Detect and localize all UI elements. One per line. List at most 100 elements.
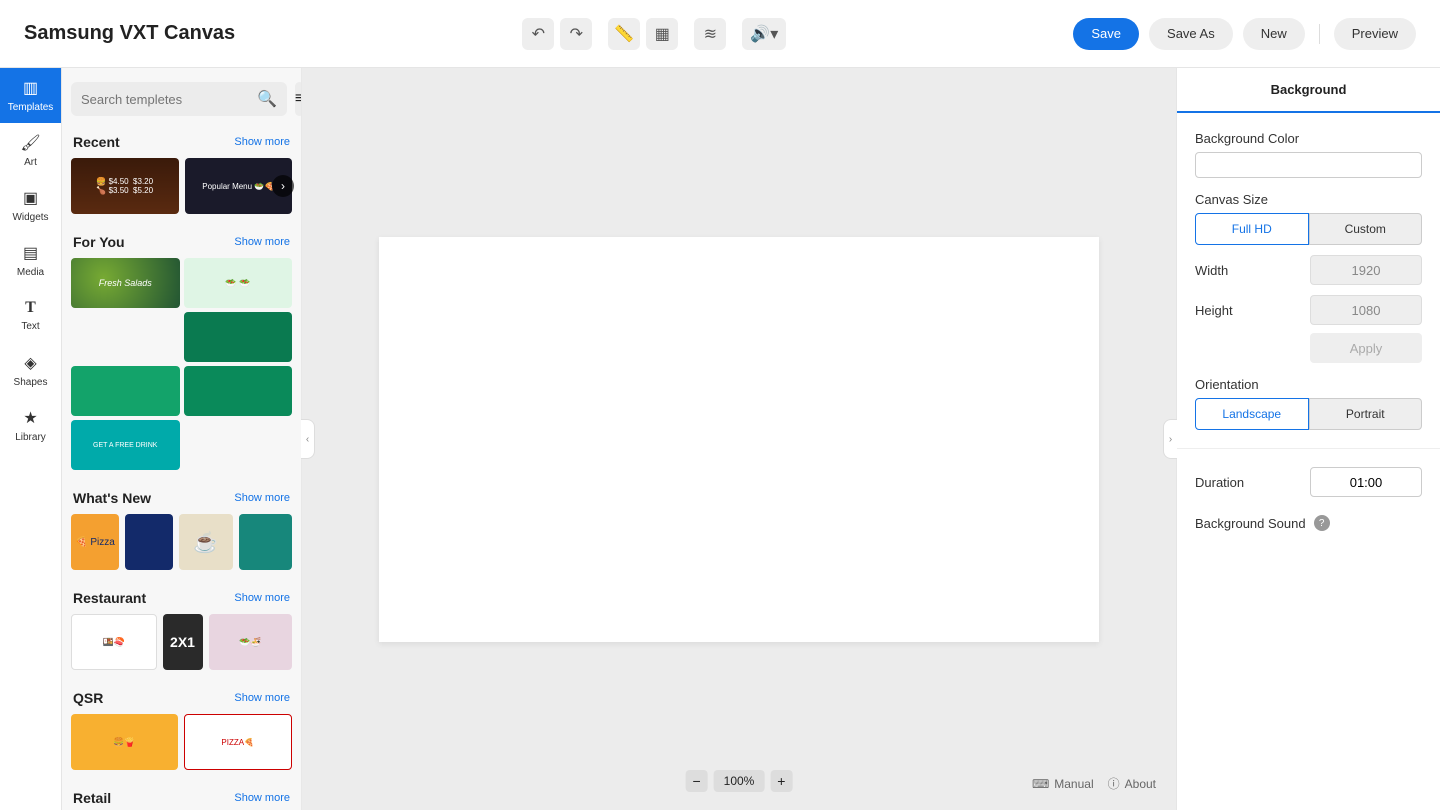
filter-button[interactable]: ≡ bbox=[295, 82, 302, 116]
preview-button[interactable]: Preview bbox=[1334, 18, 1416, 50]
main: ▥Templates 🖌Art ▣Widgets ▤Media T Text ◈S… bbox=[0, 68, 1440, 810]
manual-icon: ⌨ bbox=[1032, 777, 1049, 791]
nav-templates[interactable]: ▥Templates bbox=[0, 68, 61, 123]
size-custom-button[interactable]: Custom bbox=[1309, 213, 1423, 245]
manual-link[interactable]: ⌨ Manual bbox=[1032, 775, 1094, 792]
nav-widgets[interactable]: ▣Widgets bbox=[0, 178, 61, 233]
panel-tab-background[interactable]: Background bbox=[1177, 68, 1440, 113]
right-panel: Background Background Color Canvas Size … bbox=[1176, 68, 1440, 810]
collapse-right-handle[interactable]: › bbox=[1163, 419, 1177, 459]
library-icon: ★ bbox=[23, 408, 37, 428]
footer-label: Manual bbox=[1054, 777, 1093, 791]
info-icon: ⓘ bbox=[1108, 775, 1120, 792]
about-link[interactable]: ⓘ About bbox=[1108, 775, 1156, 792]
show-more-link[interactable]: Show more bbox=[234, 692, 290, 704]
nav-label: Templates bbox=[8, 102, 54, 113]
footer-label: About bbox=[1125, 777, 1156, 791]
zoom-in-button[interactable]: + bbox=[770, 770, 792, 792]
ruler-button[interactable]: 📏 bbox=[608, 18, 640, 50]
filter-icon: ≡ bbox=[295, 90, 302, 108]
undo-button[interactable]: ↶ bbox=[522, 18, 554, 50]
template-thumb[interactable] bbox=[71, 714, 178, 770]
orientation-landscape-button[interactable]: Landscape bbox=[1195, 398, 1309, 430]
save-button[interactable]: Save bbox=[1073, 18, 1139, 50]
left-nav: ▥Templates 🖌Art ▣Widgets ▤Media T Text ◈S… bbox=[0, 68, 62, 810]
next-arrow-icon[interactable]: › bbox=[272, 175, 294, 197]
section-foryou: For YouShow more 🥗 🥗 bbox=[71, 230, 292, 470]
redo-button[interactable]: ↷ bbox=[560, 18, 592, 50]
size-fullhd-button[interactable]: Full HD bbox=[1195, 213, 1309, 245]
width-label: Width bbox=[1195, 263, 1228, 278]
templates-panel: 🔍 ≡ Recent Show more › For YouShow more 🥗… bbox=[62, 68, 302, 810]
canvas-footer-links: ⌨ Manual ⓘ About bbox=[1032, 775, 1156, 792]
media-icon: ▤ bbox=[23, 243, 38, 263]
layers-button[interactable]: ≋ bbox=[694, 18, 726, 50]
canvas[interactable] bbox=[379, 237, 1099, 642]
search-box[interactable]: 🔍 bbox=[71, 82, 287, 116]
nav-text[interactable]: T Text bbox=[0, 288, 61, 343]
template-thumb[interactable] bbox=[184, 312, 293, 362]
bg-sound-label: Background Sound bbox=[1195, 516, 1306, 531]
template-thumb[interactable] bbox=[239, 514, 293, 570]
template-thumb[interactable] bbox=[125, 514, 173, 570]
section-retail: RetailShow more 👩 bbox=[71, 786, 292, 810]
new-button[interactable]: New bbox=[1243, 18, 1305, 50]
save-as-button[interactable]: Save As bbox=[1149, 18, 1233, 50]
nav-art[interactable]: 🖌Art bbox=[0, 123, 61, 178]
search-input[interactable] bbox=[81, 92, 257, 107]
collapse-left-handle[interactable]: ‹ bbox=[301, 419, 315, 459]
show-more-link[interactable]: Show more bbox=[234, 236, 290, 248]
art-icon: 🖌 bbox=[20, 133, 40, 153]
bg-color-swatch[interactable] bbox=[1195, 152, 1422, 178]
template-thumb[interactable] bbox=[163, 614, 203, 670]
show-more-link[interactable]: Show more bbox=[234, 492, 290, 504]
template-thumb[interactable] bbox=[184, 714, 293, 770]
section-title: QSR bbox=[73, 690, 103, 706]
topbar-actions: Save Save As New Preview bbox=[1073, 18, 1416, 50]
duration-input[interactable] bbox=[1310, 467, 1422, 497]
template-thumb[interactable] bbox=[71, 258, 180, 308]
zoom-out-button[interactable]: − bbox=[686, 770, 708, 792]
orientation-label: Orientation bbox=[1195, 377, 1422, 392]
template-thumb[interactable] bbox=[179, 514, 233, 570]
template-thumb[interactable]: 🥗🍜 bbox=[209, 614, 293, 670]
topbar-center: ↶ ↷ 📏 ▦ ≋ 🔊▾ bbox=[235, 18, 1073, 50]
template-thumb[interactable] bbox=[184, 366, 293, 416]
zoom-controls: − 100% + bbox=[686, 770, 793, 792]
apply-button: Apply bbox=[1310, 333, 1422, 363]
bg-color-label: Background Color bbox=[1195, 131, 1422, 146]
section-title: What's New bbox=[73, 490, 151, 506]
template-thumb[interactable] bbox=[71, 158, 179, 214]
show-more-link[interactable]: Show more bbox=[234, 136, 290, 148]
divider bbox=[1319, 24, 1320, 44]
template-thumb[interactable] bbox=[71, 420, 180, 470]
template-thumb[interactable] bbox=[71, 366, 180, 416]
canvas-area: ‹ − 100% + ⌨ Manual ⓘ About › bbox=[302, 68, 1176, 810]
text-icon: T bbox=[25, 299, 36, 317]
width-input bbox=[1310, 255, 1422, 285]
template-thumb[interactable]: 🍱🍣 bbox=[71, 614, 157, 670]
show-more-link[interactable]: Show more bbox=[234, 592, 290, 604]
widgets-icon: ▣ bbox=[23, 188, 38, 208]
nav-media[interactable]: ▤Media bbox=[0, 233, 61, 288]
section-title: Recent bbox=[73, 134, 120, 150]
height-input bbox=[1310, 295, 1422, 325]
section-whatsnew: What's New Show more bbox=[71, 486, 292, 570]
height-label: Height bbox=[1195, 303, 1233, 318]
template-thumb[interactable] bbox=[71, 514, 119, 570]
grid-button[interactable]: ▦ bbox=[646, 18, 678, 50]
canvas-size-label: Canvas Size bbox=[1195, 192, 1422, 207]
nav-library[interactable]: ★ Library bbox=[0, 398, 61, 453]
section-title: Retail bbox=[73, 790, 111, 806]
sound-button[interactable]: 🔊▾ bbox=[742, 18, 786, 50]
help-icon[interactable]: ? bbox=[1314, 515, 1330, 531]
nav-label: Library bbox=[15, 432, 46, 443]
show-more-link[interactable]: Show more bbox=[234, 792, 290, 804]
nav-shapes[interactable]: ◈Shapes bbox=[0, 343, 61, 398]
nav-label: Text bbox=[21, 321, 39, 332]
zoom-value[interactable]: 100% bbox=[714, 770, 765, 792]
nav-label: Shapes bbox=[14, 377, 48, 388]
app-title: Samsung VXT Canvas bbox=[24, 22, 235, 45]
template-thumb[interactable]: 🥗 🥗 bbox=[184, 258, 293, 308]
orientation-portrait-button[interactable]: Portrait bbox=[1309, 398, 1423, 430]
